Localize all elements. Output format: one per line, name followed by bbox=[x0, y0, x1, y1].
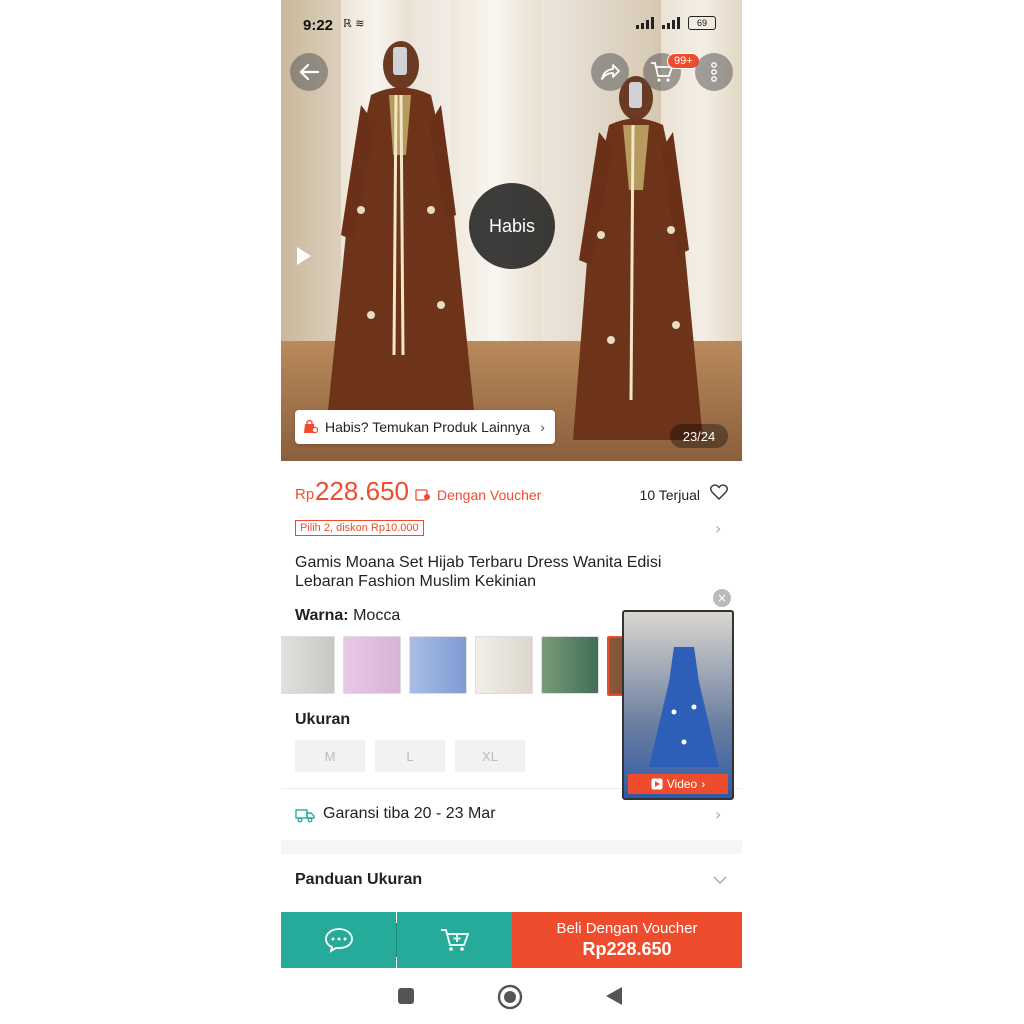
color-swatch[interactable] bbox=[281, 636, 335, 694]
color-swatch[interactable] bbox=[541, 636, 599, 694]
home-icon[interactable] bbox=[497, 984, 523, 1010]
price-row: Rp 228.650 Dengan Voucher 10 Terjual bbox=[295, 476, 728, 508]
system-navigation-bar bbox=[281, 968, 742, 1024]
add-to-cart-button[interactable] bbox=[397, 912, 512, 968]
bundle-promo-tag[interactable]: Pilih 2, diskon Rp10.000 bbox=[295, 520, 424, 536]
chat-icon bbox=[324, 928, 353, 953]
chevron-right-icon: › bbox=[701, 777, 706, 791]
video-thumbnail-dress bbox=[649, 647, 719, 767]
buy-with-voucher-label: Beli Dengan Voucher bbox=[556, 920, 698, 937]
find-other-products-label: Habis? Temukan Produk Lainnya bbox=[325, 419, 531, 435]
color-swatch[interactable] bbox=[409, 636, 467, 694]
size-option[interactable]: L bbox=[375, 740, 445, 772]
voucher-price-label[interactable]: Dengan Voucher bbox=[415, 487, 541, 503]
heart-icon[interactable] bbox=[710, 484, 728, 500]
status-time: 9:22 bbox=[303, 17, 334, 34]
variant-selector-label: Warna: Mocca bbox=[295, 607, 400, 625]
more-options-button[interactable] bbox=[695, 53, 733, 91]
arrow-left-icon bbox=[299, 63, 320, 81]
shopping-bag-search-icon bbox=[304, 419, 319, 434]
chevron-right-icon[interactable]: › bbox=[715, 519, 721, 538]
color-swatch[interactable] bbox=[343, 636, 401, 694]
status-right: 69 bbox=[636, 16, 716, 30]
sold-out-overlay: Habis bbox=[469, 183, 555, 269]
bottom-action-bar: Beli Dengan Voucher Rp228.650 bbox=[281, 912, 742, 968]
product-image-carousel[interactable]: 9:22 ℝ ≋ 69 99+ Habis Habis? Temukan Pro… bbox=[281, 0, 742, 461]
close-video-popup-button[interactable]: × bbox=[713, 589, 731, 607]
buy-with-voucher-button[interactable]: Beli Dengan Voucher Rp228.650 bbox=[512, 912, 742, 968]
video-popup[interactable]: Video › bbox=[622, 610, 734, 800]
voucher-icon bbox=[415, 489, 430, 501]
play-icon bbox=[297, 247, 311, 265]
size-options: M L XL bbox=[295, 740, 525, 772]
buy-with-voucher-price: Rp228.650 bbox=[582, 939, 672, 959]
signal-icon bbox=[662, 17, 680, 29]
back-button[interactable] bbox=[290, 53, 328, 91]
product-page: 9:22 ℝ ≋ 69 99+ Habis Habis? Temukan Pro… bbox=[281, 0, 742, 1024]
recent-apps-icon[interactable] bbox=[397, 987, 415, 1005]
chevron-down-icon[interactable] bbox=[713, 876, 727, 885]
product-model-left bbox=[326, 41, 476, 430]
product-model-right bbox=[573, 76, 703, 440]
product-title: Gamis Moana Set Hijab Terbaru Dress Wani… bbox=[295, 554, 662, 590]
truck-icon bbox=[295, 809, 315, 823]
chevron-right-icon: › bbox=[715, 805, 722, 824]
signal-icon bbox=[636, 17, 654, 29]
chat-button[interactable] bbox=[281, 912, 396, 968]
image-counter: 23/24 bbox=[670, 424, 728, 448]
video-button-label: Video bbox=[666, 777, 698, 791]
chevron-right-icon: › bbox=[540, 419, 545, 435]
section-divider bbox=[281, 840, 742, 854]
size-label: Ukuran bbox=[295, 711, 351, 728]
add-to-cart-icon bbox=[440, 929, 469, 951]
price-currency: Rp bbox=[295, 486, 315, 503]
share-button[interactable] bbox=[591, 53, 629, 91]
video-play-icon bbox=[651, 778, 663, 790]
status-bar: 9:22 ℝ ≋ 69 bbox=[281, 0, 742, 50]
battery-indicator: 69 bbox=[688, 16, 716, 30]
voucher-text: Dengan Voucher bbox=[437, 487, 542, 503]
notification-icons: ℝ ≋ bbox=[343, 17, 365, 30]
back-nav-icon[interactable] bbox=[605, 986, 623, 1006]
size-guide-label[interactable]: Panduan Ukuran bbox=[295, 871, 422, 889]
play-video-button[interactable] bbox=[295, 236, 323, 276]
find-other-products-button[interactable]: Habis? Temukan Produk Lainnya › bbox=[295, 410, 555, 444]
color-swatch[interactable] bbox=[475, 636, 533, 694]
more-vertical-icon bbox=[711, 62, 717, 82]
variant-value: Mocca bbox=[353, 607, 401, 624]
variant-label: Warna: bbox=[295, 607, 349, 624]
size-option[interactable]: M bbox=[295, 740, 365, 772]
share-icon bbox=[601, 64, 620, 80]
sold-count: 10 Terjual bbox=[639, 487, 700, 503]
size-option[interactable]: XL bbox=[455, 740, 525, 772]
shipping-guarantee-text: Garansi tiba 20 - 23 Mar bbox=[323, 805, 496, 822]
video-button[interactable]: Video › bbox=[628, 774, 728, 794]
price-amount: 228.650 bbox=[315, 476, 409, 506]
